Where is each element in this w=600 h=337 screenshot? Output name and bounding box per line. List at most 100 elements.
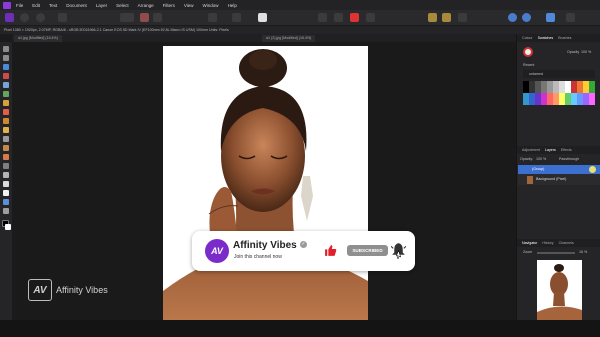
crop-tool-icon[interactable]	[3, 64, 9, 70]
layer-opacity-value[interactable]: 100 %	[536, 157, 546, 161]
flip-icon[interactable]	[458, 13, 467, 22]
menu-view[interactable]: View	[184, 3, 194, 8]
fill-color-icon[interactable]	[523, 47, 533, 57]
menu-select[interactable]: Select	[116, 3, 129, 8]
text-tool-icon[interactable]	[3, 199, 9, 205]
persona-develop-icon[interactable]	[36, 13, 45, 22]
app-logo-icon[interactable]	[3, 1, 11, 9]
navigator-preview[interactable]	[537, 260, 582, 320]
healing-brush-icon[interactable]	[3, 154, 9, 160]
tab-colour[interactable]: Colour	[522, 36, 533, 40]
document-tab-bar: a1.jpg [Modified] (16.4%) a1 (2).jpg [Mo…	[12, 34, 516, 42]
mode-icon[interactable]	[120, 13, 134, 22]
tab-layers[interactable]: Layers	[545, 148, 556, 152]
red-eye-tool-icon[interactable]	[3, 163, 9, 169]
pen-tool-icon[interactable]	[3, 181, 9, 187]
zoom-value[interactable]: 16 %	[579, 250, 587, 254]
assistant-2-icon[interactable]	[522, 13, 531, 22]
assistant-icon[interactable]	[508, 13, 517, 22]
subscribe-button[interactable]: SUBSCRIBED	[347, 245, 388, 256]
navigator-thumbnail	[537, 264, 582, 320]
persona-photo-icon[interactable]	[5, 13, 14, 22]
opacity-value[interactable]: 100 %	[581, 50, 591, 54]
erase-tool-icon[interactable]	[3, 127, 9, 133]
recent-label: Recent	[523, 63, 535, 67]
main-toolbar	[0, 10, 600, 26]
levels-icon[interactable]	[153, 13, 162, 22]
document-canvas[interactable]	[163, 46, 368, 320]
tab-document-1[interactable]: a1.jpg [Modified] (16.4%)	[14, 35, 62, 42]
menu-text[interactable]: Text	[49, 3, 57, 8]
move-tool-icon[interactable]	[3, 46, 9, 52]
transform-icon[interactable]	[334, 13, 343, 22]
channel-name: Affinity Vibes	[233, 240, 297, 251]
paint-brush-icon[interactable]	[3, 109, 9, 115]
right-panels: Colour Swatches Brushes Opacity 100 % Re…	[516, 34, 600, 320]
record-icon[interactable]	[350, 13, 359, 22]
tab-channels[interactable]: Channels	[559, 241, 574, 245]
document-info: Pixel 1080 × 1920px, 2.07MP, RGBA/8 - sR…	[4, 28, 229, 32]
zoom-tool-icon[interactable]	[3, 208, 9, 214]
color-icon[interactable]	[140, 13, 149, 22]
status-bar	[0, 320, 600, 337]
menu-arrange[interactable]: Arrange	[138, 3, 154, 8]
watermark-text: Affinity Vibes	[56, 285, 108, 295]
verified-icon: ✓	[300, 241, 307, 248]
subscribe-popup: AV Affinity Vibes ✓ Join this channel no…	[192, 231, 415, 271]
tools-panel	[0, 42, 12, 320]
persona-liquify-icon[interactable]	[20, 13, 29, 22]
tab-navigator[interactable]: Navigator	[522, 241, 537, 245]
freehand-select-icon[interactable]	[3, 100, 9, 106]
marquee-tool-icon[interactable]	[3, 91, 9, 97]
dodge-tool-icon[interactable]	[3, 136, 9, 142]
menu-filters[interactable]: Filters	[163, 3, 175, 8]
layer-thumbnail	[527, 175, 533, 184]
menu-file[interactable]: File	[16, 3, 23, 8]
portrait-photo	[163, 46, 368, 320]
zoom-label: Zoom	[523, 250, 533, 254]
tab-effects[interactable]: Effects	[561, 148, 572, 152]
selection-icon[interactable]	[208, 13, 217, 22]
panel-toggle-icon[interactable]	[566, 13, 575, 22]
secondary-color-swatch[interactable]	[5, 224, 11, 230]
quick-mask-icon[interactable]	[258, 13, 267, 22]
smudge-tool-icon[interactable]	[3, 172, 9, 178]
watermark-logo: AV	[28, 279, 52, 301]
brush-icon[interactable]	[232, 13, 241, 22]
tab-swatches[interactable]: Swatches	[538, 36, 554, 40]
arrange-icon[interactable]	[428, 13, 437, 22]
tab-adjustment[interactable]: Adjustment	[522, 148, 540, 152]
menu-document[interactable]: Document	[66, 3, 87, 8]
share-icon[interactable]	[58, 13, 67, 22]
clone-tool-icon[interactable]	[3, 145, 9, 151]
tab-brushes[interactable]: Brushes	[558, 36, 571, 40]
palette-select[interactable]: untamed	[523, 70, 595, 78]
selection-brush-icon[interactable]	[3, 73, 9, 79]
context-toolbar: Pixel 1080 × 1920px, 2.07MP, RGBA/8 - sR…	[0, 26, 600, 34]
arrange-2-icon[interactable]	[442, 13, 451, 22]
fill-tool-icon[interactable]	[3, 118, 9, 124]
view-mode-icon[interactable]	[546, 13, 555, 22]
menu-edit[interactable]: Edit	[32, 3, 40, 8]
blend-mode-select[interactable]: Passthrough	[559, 157, 579, 161]
align-icon[interactable]	[318, 13, 327, 22]
view-tool-icon[interactable]	[3, 55, 9, 61]
thumbs-up-icon[interactable]	[324, 244, 337, 257]
menu-layer[interactable]: Layer	[96, 3, 107, 8]
layer-visibility-icon[interactable]	[589, 166, 596, 173]
menu-help[interactable]: Help	[228, 3, 237, 8]
swatch-grid[interactable]	[523, 81, 595, 105]
color-panel-tabs: Colour Swatches Brushes	[517, 34, 600, 42]
tab-document-2[interactable]: a1 (2).jpg [Modified] (16.4%)	[262, 35, 316, 42]
flood-select-icon[interactable]	[3, 82, 9, 88]
layer-opacity-label: Opacity:	[520, 157, 534, 161]
shape-tool-icon[interactable]	[3, 190, 9, 196]
notification-bell-icon[interactable]	[391, 242, 406, 259]
tab-history[interactable]: History	[542, 241, 553, 245]
layer-row-background[interactable]: Background (Pixel)	[518, 174, 600, 185]
zoom-slider[interactable]	[537, 252, 575, 254]
layer-row-group[interactable]: (Group)	[518, 165, 600, 174]
menu-window[interactable]: Window	[203, 3, 219, 8]
channel-subtitle: Join this channel now	[234, 254, 282, 260]
snapping-icon[interactable]	[366, 13, 375, 22]
